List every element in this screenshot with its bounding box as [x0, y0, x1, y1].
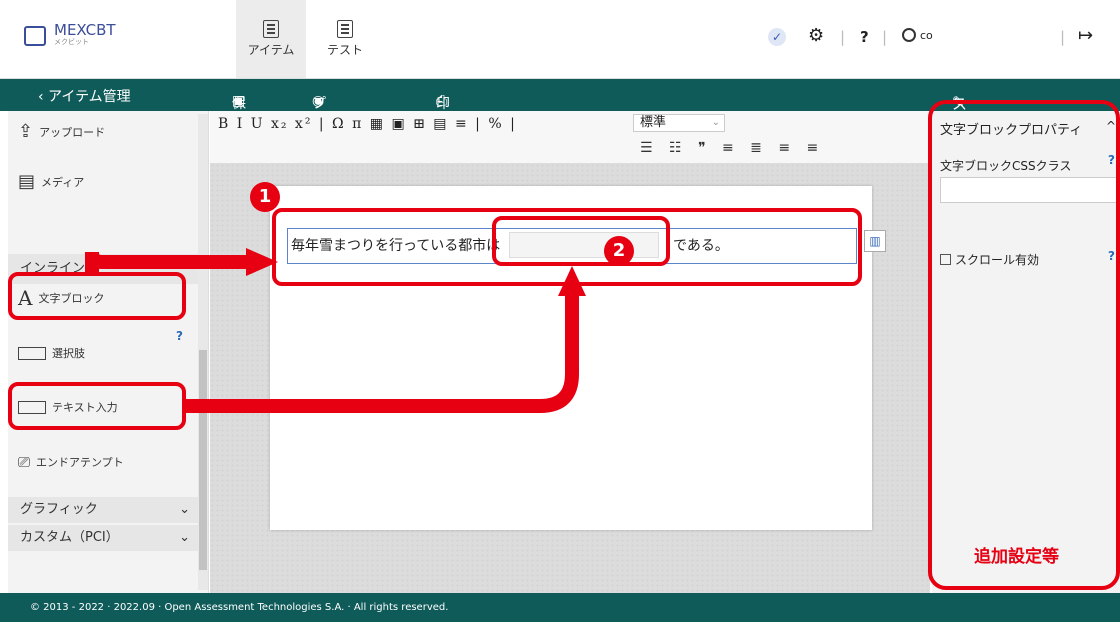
arrow-2-path	[186, 292, 579, 413]
arrow-1-head	[246, 248, 278, 276]
arrow-2-head	[558, 266, 586, 296]
additional-settings-note: 追加設定等	[974, 547, 1059, 567]
annotation-arrows	[85, 248, 586, 413]
arrow-1-path	[85, 251, 250, 272]
badge-2: 2	[604, 236, 634, 266]
badge-1: 1	[250, 182, 280, 212]
